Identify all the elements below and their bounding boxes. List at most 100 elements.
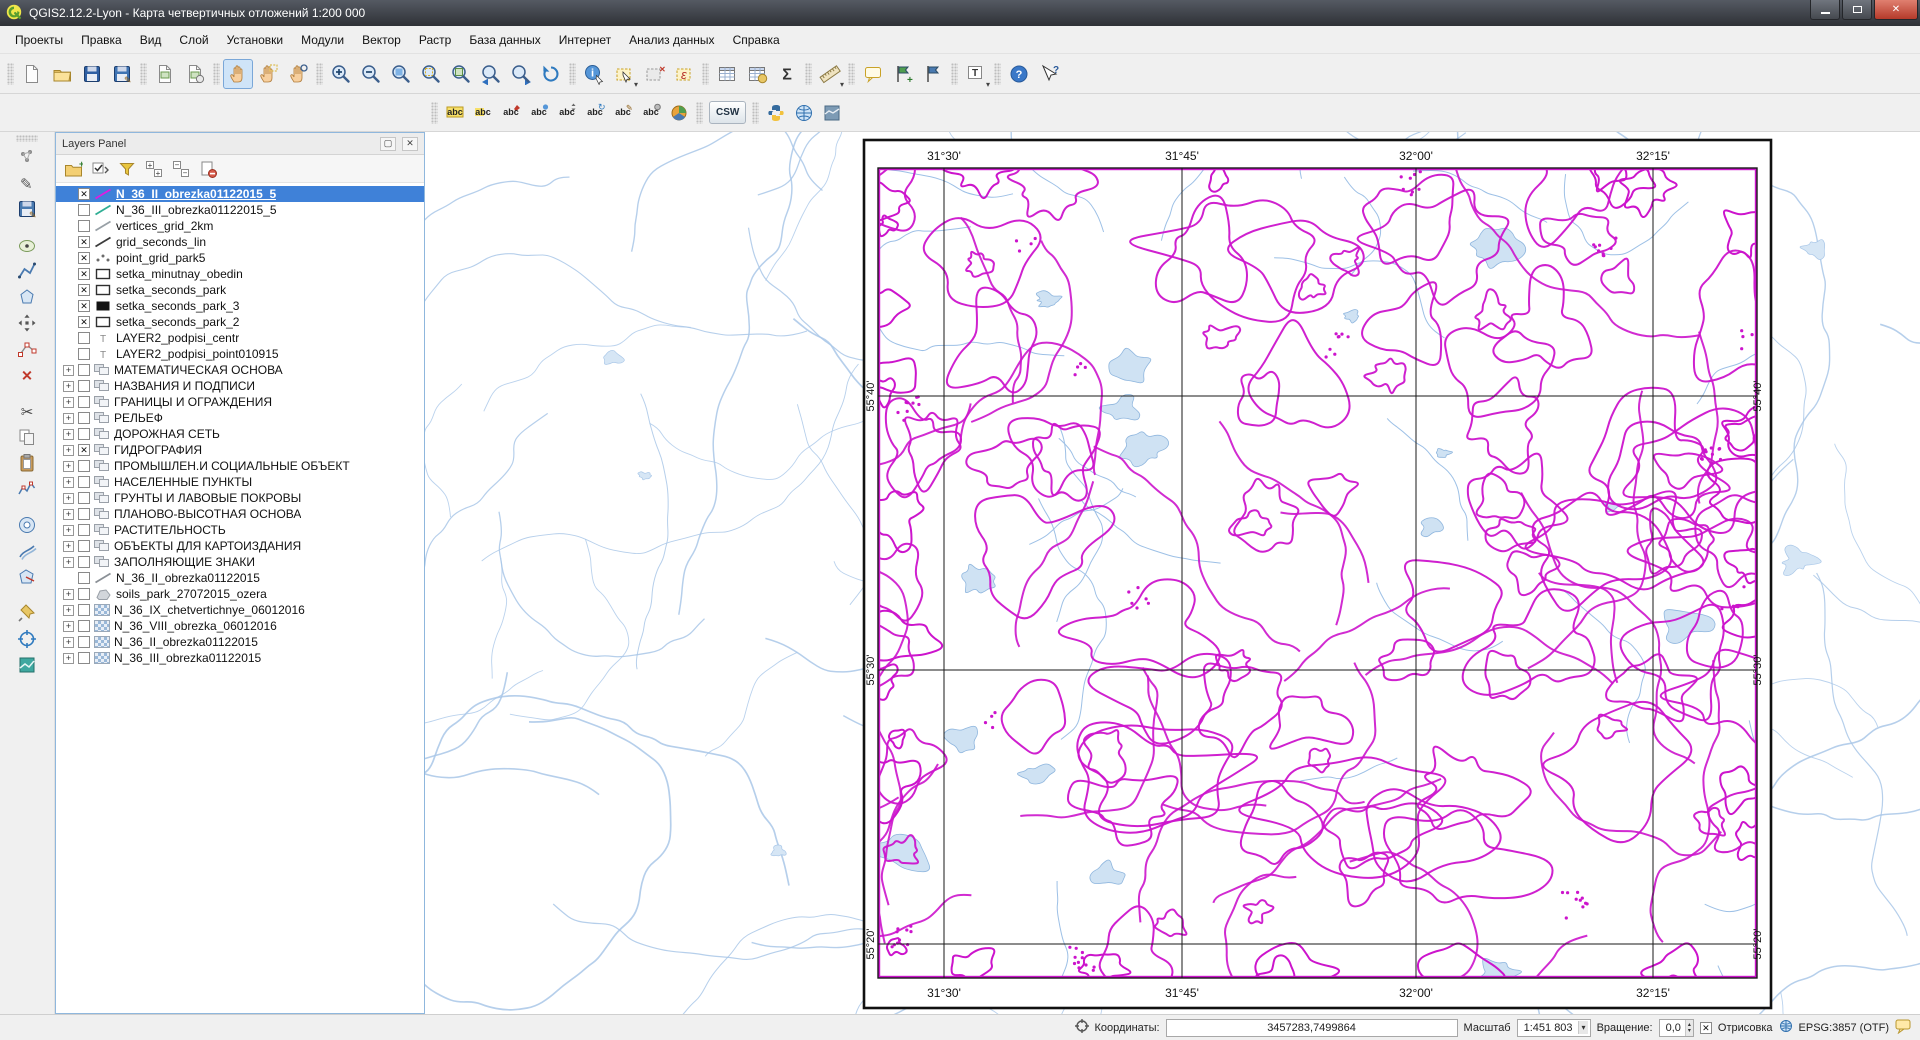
layer-checkbox[interactable] bbox=[78, 604, 90, 616]
label-move-icon[interactable]: abc bbox=[553, 99, 581, 127]
metasearch-globe-icon[interactable] bbox=[790, 99, 818, 127]
zoom-in-icon[interactable] bbox=[326, 59, 356, 89]
layer-row[interactable]: TLAYER2_podpisi_centr bbox=[56, 330, 424, 346]
expand-toggle-icon[interactable]: + bbox=[63, 509, 74, 520]
menu-item[interactable]: Модули bbox=[292, 28, 353, 52]
digitize-polygon-icon[interactable] bbox=[10, 284, 44, 310]
layer-checkbox[interactable] bbox=[78, 476, 90, 488]
open-attribute-table-icon[interactable] bbox=[712, 59, 742, 89]
label-pin-icon[interactable]: abc bbox=[497, 99, 525, 127]
menu-item[interactable]: Справка bbox=[724, 28, 789, 52]
label-show-hide-icon[interactable]: abc bbox=[525, 99, 553, 127]
layer-checkbox[interactable] bbox=[78, 492, 90, 504]
offset-curve-icon[interactable] bbox=[10, 538, 44, 564]
layer-checkbox[interactable] bbox=[78, 332, 90, 344]
layer-checkbox[interactable] bbox=[78, 540, 90, 552]
layer-group-row[interactable]: +РАСТИТЕЛЬНОСТЬ bbox=[56, 522, 424, 538]
current-edits-icon[interactable] bbox=[10, 144, 44, 170]
layer-row[interactable]: ✕grid_seconds_lin bbox=[56, 234, 424, 250]
expand-toggle-icon[interactable]: + bbox=[63, 461, 74, 472]
digitize-line-icon[interactable] bbox=[10, 258, 44, 284]
layer-checkbox[interactable]: ✕ bbox=[78, 316, 90, 328]
digitize-point-icon[interactable] bbox=[10, 232, 44, 258]
menu-item[interactable]: Анализ данных bbox=[620, 28, 723, 52]
whats-this-icon[interactable]: ? bbox=[1034, 59, 1064, 89]
zoom-next-icon[interactable] bbox=[506, 59, 536, 89]
expand-toggle-icon[interactable]: + bbox=[63, 477, 74, 488]
expand-toggle-icon[interactable]: + bbox=[63, 429, 74, 440]
layer-checkbox[interactable] bbox=[78, 364, 90, 376]
processing-tool-icon[interactable] bbox=[10, 652, 44, 678]
select-features-icon[interactable]: ▾ bbox=[609, 59, 639, 89]
map-canvas[interactable]: 31°30'31°45'32°00'32°15'31°30'31°45'32°0… bbox=[425, 132, 1920, 1014]
measure-line-icon[interactable]: ▾ bbox=[815, 59, 845, 89]
zoom-last-icon[interactable] bbox=[476, 59, 506, 89]
layer-row[interactable]: ✕setka_seconds_park_2 bbox=[56, 314, 424, 330]
coordinates-input[interactable]: 3457283,7499864 bbox=[1166, 1019, 1458, 1037]
layer-checkbox[interactable] bbox=[78, 380, 90, 392]
layer-checkbox[interactable] bbox=[78, 508, 90, 520]
layer-row[interactable]: ✕setka_seconds_park_3 bbox=[56, 298, 424, 314]
layer-checkbox[interactable] bbox=[78, 588, 90, 600]
zoom-to-selection-icon[interactable] bbox=[416, 59, 446, 89]
composer-manager-icon[interactable] bbox=[180, 59, 210, 89]
layer-group-row[interactable]: +✕ГИДРОГРАФИЯ bbox=[56, 442, 424, 458]
layer-checkbox[interactable]: ✕ bbox=[78, 444, 90, 456]
layer-row[interactable]: ✕setka_seconds_park bbox=[56, 282, 424, 298]
maximize-button[interactable] bbox=[1842, 0, 1872, 20]
menu-item[interactable]: Вектор bbox=[353, 28, 410, 52]
layer-row[interactable]: TLAYER2_podpisi_point010915 bbox=[56, 346, 424, 362]
identify-features-icon[interactable]: i bbox=[579, 59, 609, 89]
layer-row[interactable]: ✕point_grid_park5 bbox=[56, 250, 424, 266]
layer-row[interactable]: N_36_II_obrezka01122015 bbox=[56, 570, 424, 586]
coordinate-capture-icon[interactable] bbox=[10, 626, 44, 652]
layer-checkbox[interactable]: ✕ bbox=[78, 284, 90, 296]
delete-selected-icon[interactable]: ✕ bbox=[10, 362, 44, 388]
paste-features-icon[interactable] bbox=[10, 450, 44, 476]
layer-checkbox[interactable] bbox=[78, 220, 90, 232]
layer-row[interactable]: vertices_grid_2km bbox=[56, 218, 424, 234]
menu-item[interactable]: Установки bbox=[218, 28, 292, 52]
layer-checkbox[interactable] bbox=[78, 620, 90, 632]
layer-group-row[interactable]: +ГРАНИЦЫ И ОГРАЖДЕНИЯ bbox=[56, 394, 424, 410]
layer-checkbox[interactable] bbox=[78, 524, 90, 536]
log-messages-icon[interactable] bbox=[1895, 1019, 1912, 1037]
expand-toggle-icon[interactable]: + bbox=[63, 397, 74, 408]
panel-close-icon[interactable]: ✕ bbox=[402, 137, 418, 151]
layer-labeling-icon[interactable]: abc bbox=[441, 99, 469, 127]
select-by-expression-icon[interactable]: ε bbox=[669, 59, 699, 89]
layer-checkbox[interactable]: ✕ bbox=[78, 252, 90, 264]
label-rotate-icon[interactable]: ↻abc bbox=[581, 99, 609, 127]
layer-group-row[interactable]: +ПРОМЫШЛЕН.И СОЦИАЛЬНЫЕ ОБЪЕКТ bbox=[56, 458, 424, 474]
label-highlight-icon[interactable]: abc bbox=[469, 99, 497, 127]
layer-checkbox[interactable] bbox=[78, 204, 90, 216]
expand-toggle-icon[interactable]: + bbox=[63, 413, 74, 424]
new-composer-icon[interactable] bbox=[150, 59, 180, 89]
label-diagram-icon[interactable] bbox=[665, 99, 693, 127]
layer-group-row[interactable]: +ОБЪЕКТЫ ДЛЯ КАРТОИЗДАНИЯ bbox=[56, 538, 424, 554]
layer-row[interactable]: ✕N_36_II_obrezka01122015_5 bbox=[56, 186, 424, 202]
menu-item[interactable]: Интернет bbox=[550, 28, 620, 52]
layer-row[interactable]: +N_36_VIII_obrezka_06012016 bbox=[56, 618, 424, 634]
remove-layer-icon[interactable] bbox=[196, 157, 220, 181]
move-feature-icon[interactable] bbox=[10, 310, 44, 336]
menu-item[interactable]: Проекты bbox=[6, 28, 72, 52]
layer-checkbox[interactable] bbox=[78, 396, 90, 408]
map-theme-icon[interactable] bbox=[818, 99, 846, 127]
save-project-as-icon[interactable]: ✎ bbox=[107, 59, 137, 89]
rotation-spinbox[interactable]: 0,0▴▾ bbox=[1659, 1019, 1694, 1037]
node-tool-icon[interactable] bbox=[10, 336, 44, 362]
show-bookmarks-icon[interactable] bbox=[918, 59, 948, 89]
expand-toggle-icon[interactable]: + bbox=[63, 653, 74, 664]
layer-row[interactable]: +N_36_IX_chetvertichnye_06012016 bbox=[56, 602, 424, 618]
touch-zoom-icon[interactable] bbox=[283, 59, 313, 89]
layer-checkbox[interactable] bbox=[78, 428, 90, 440]
text-annotation-icon[interactable]: T▾ bbox=[961, 59, 991, 89]
expand-toggle-icon[interactable]: + bbox=[63, 381, 74, 392]
expand-toggle-icon[interactable]: + bbox=[63, 637, 74, 648]
layer-group-row[interactable]: +ПЛАНОВО-ВЫСОТНАЯ ОСНОВА bbox=[56, 506, 424, 522]
close-button[interactable]: ✕ bbox=[1874, 0, 1918, 20]
add-ring-icon[interactable] bbox=[10, 512, 44, 538]
layer-checkbox[interactable] bbox=[78, 556, 90, 568]
layer-checkbox[interactable] bbox=[78, 636, 90, 648]
